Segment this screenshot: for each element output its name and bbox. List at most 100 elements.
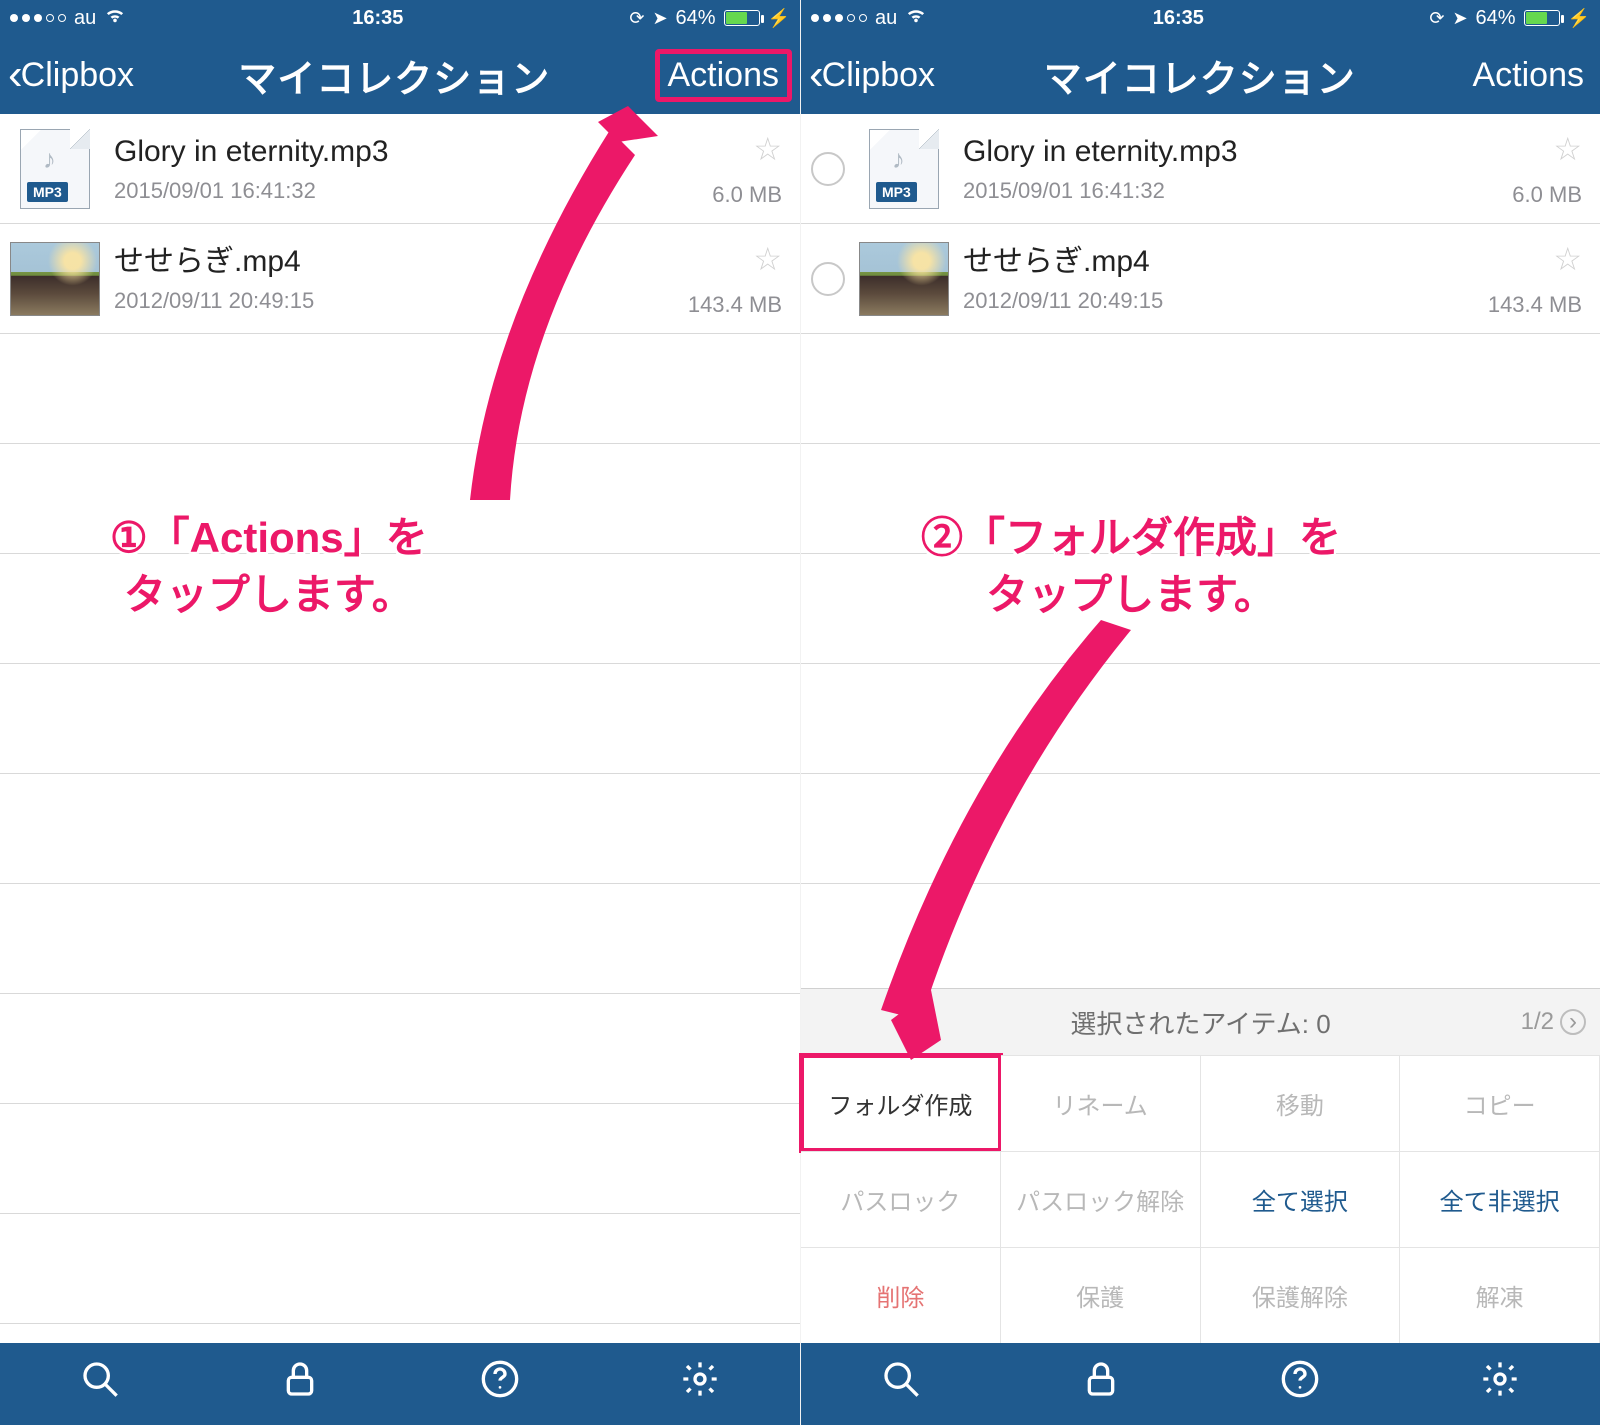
list-item (801, 664, 1600, 774)
back-label: Clipbox (822, 56, 935, 95)
wifi-icon (905, 6, 927, 30)
help-icon[interactable] (1280, 1359, 1320, 1409)
bottom-toolbar (801, 1343, 1600, 1425)
gear-icon[interactable] (1480, 1359, 1520, 1409)
file-row[interactable]: せせらぎ.mp4 2012/09/11 20:49:15 ☆ 143.4 MB (0, 224, 800, 334)
file-thumb-mp3-icon: ♪ MP3 (20, 129, 90, 209)
file-name: Glory in eternity.mp3 (963, 134, 1498, 170)
file-size: 143.4 MB (1488, 292, 1582, 318)
search-icon[interactable] (80, 1359, 120, 1409)
file-date: 2015/09/01 16:41:32 (114, 178, 698, 204)
carrier-label: au (875, 7, 897, 30)
actions-button[interactable]: Actions (1465, 54, 1593, 97)
clock-label: 16:35 (1153, 7, 1204, 30)
file-row[interactable]: ♪ MP3 Glory in eternity.mp3 2015/09/01 1… (801, 114, 1600, 224)
actions-panel: 選択されたアイテム: 0 1/2 › フォルダ作成リネーム移動コピーパスロックパ… (801, 988, 1600, 1343)
list-item (0, 884, 800, 994)
file-list: ♪ MP3 Glory in eternity.mp3 2015/09/01 1… (0, 114, 800, 1343)
file-row[interactable]: ♪ MP3 Glory in eternity.mp3 2015/09/01 1… (0, 114, 800, 224)
status-bar: au 16:35 ⟳ ➤ 64% ⚡ (0, 0, 800, 36)
location-icon: ➤ (1452, 8, 1467, 29)
list-item (801, 554, 1600, 664)
action-button[interactable]: パスロック解除 (1001, 1151, 1201, 1247)
file-date: 2012/09/11 20:49:15 (114, 288, 674, 314)
action-button[interactable]: 移動 (1201, 1055, 1401, 1151)
list-item (801, 444, 1600, 554)
charging-icon: ⚡ (768, 8, 790, 29)
actions-button[interactable]: Actions (655, 49, 793, 102)
carrier-label: au (74, 7, 96, 30)
lock-icon[interactable] (280, 1359, 320, 1409)
actions-header: 選択されたアイテム: 0 1/2 › (801, 989, 1600, 1055)
signal-dots-icon (10, 14, 66, 22)
back-button[interactable]: ‹ Clipbox (8, 53, 134, 97)
favorite-star-icon[interactable]: ☆ (753, 130, 782, 168)
bottom-toolbar (0, 1343, 800, 1425)
lock-icon[interactable] (1081, 1359, 1121, 1409)
rotation-lock-icon: ⟳ (629, 8, 644, 29)
gear-icon[interactable] (680, 1359, 720, 1409)
list-item (0, 334, 800, 444)
action-button[interactable]: フォルダ作成 (801, 1055, 1001, 1151)
select-checkbox[interactable] (811, 262, 845, 296)
search-icon[interactable] (881, 1359, 921, 1409)
list-item (0, 1104, 800, 1214)
file-name: せせらぎ.mp4 (114, 244, 674, 280)
action-button[interactable]: 削除 (801, 1247, 1001, 1343)
nav-bar: ‹ Clipbox マイコレクション Actions (801, 36, 1600, 114)
help-icon[interactable] (480, 1359, 520, 1409)
file-list: ♪ MP3 Glory in eternity.mp3 2015/09/01 1… (801, 114, 1600, 988)
favorite-star-icon[interactable]: ☆ (1553, 240, 1582, 278)
favorite-star-icon[interactable]: ☆ (1553, 130, 1582, 168)
action-button[interactable]: 全て選択 (1201, 1151, 1401, 1247)
status-bar: au 16:35 ⟳ ➤ 64% ⚡ (801, 0, 1600, 36)
file-thumb-mp3-icon: ♪ MP3 (869, 129, 939, 209)
list-item (0, 664, 800, 774)
clock-label: 16:35 (352, 7, 403, 30)
phone-left: au 16:35 ⟳ ➤ 64% ⚡ ‹ Clipbox マイコレクション Ac… (0, 0, 800, 1425)
file-name: せせらぎ.mp4 (963, 244, 1474, 280)
battery-icon (724, 10, 760, 26)
list-item (801, 774, 1600, 884)
file-size: 6.0 MB (1512, 182, 1582, 208)
action-button[interactable]: パスロック (801, 1151, 1001, 1247)
nav-bar: ‹ Clipbox マイコレクション Actions (0, 36, 800, 114)
file-size: 6.0 MB (712, 182, 782, 208)
list-item (801, 884, 1600, 988)
list-item (801, 334, 1600, 444)
chevron-right-icon: › (1560, 1009, 1586, 1035)
file-thumb-video-icon (10, 242, 100, 316)
action-button[interactable]: 全て非選択 (1400, 1151, 1600, 1247)
selected-count-label: 選択されたアイテム: 0 (1070, 1004, 1330, 1041)
list-item (0, 444, 800, 554)
list-item (0, 554, 800, 664)
battery-pct-label: 64% (1476, 7, 1516, 30)
charging-icon: ⚡ (1568, 8, 1590, 29)
file-size: 143.4 MB (688, 292, 782, 318)
back-button[interactable]: ‹ Clipbox (809, 53, 935, 97)
select-checkbox[interactable] (811, 152, 845, 186)
action-button[interactable]: 保護解除 (1201, 1247, 1401, 1343)
action-button[interactable]: コピー (1400, 1055, 1600, 1151)
file-thumb-video-icon (859, 242, 949, 316)
file-name: Glory in eternity.mp3 (114, 134, 698, 170)
action-button[interactable]: リネーム (1001, 1055, 1201, 1151)
phone-right: au 16:35 ⟳ ➤ 64% ⚡ ‹ Clipbox マイコレクション Ac… (800, 0, 1600, 1425)
action-button[interactable]: 解凍 (1400, 1247, 1600, 1343)
action-button[interactable]: 保護 (1001, 1247, 1201, 1343)
file-date: 2015/09/01 16:41:32 (963, 178, 1498, 204)
signal-dots-icon (811, 14, 867, 22)
rotation-lock-icon: ⟳ (1429, 8, 1444, 29)
battery-pct-label: 64% (676, 7, 716, 30)
actions-pager[interactable]: 1/2 › (1521, 1008, 1586, 1036)
list-item (0, 1214, 800, 1324)
file-row[interactable]: せせらぎ.mp4 2012/09/11 20:49:15 ☆ 143.4 MB (801, 224, 1600, 334)
file-date: 2012/09/11 20:49:15 (963, 288, 1474, 314)
favorite-star-icon[interactable]: ☆ (753, 240, 782, 278)
page-title: マイコレクション (939, 48, 1460, 103)
wifi-icon (104, 6, 126, 30)
location-icon: ➤ (652, 8, 667, 29)
list-item (0, 774, 800, 884)
battery-icon (1524, 10, 1560, 26)
back-label: Clipbox (21, 56, 134, 95)
